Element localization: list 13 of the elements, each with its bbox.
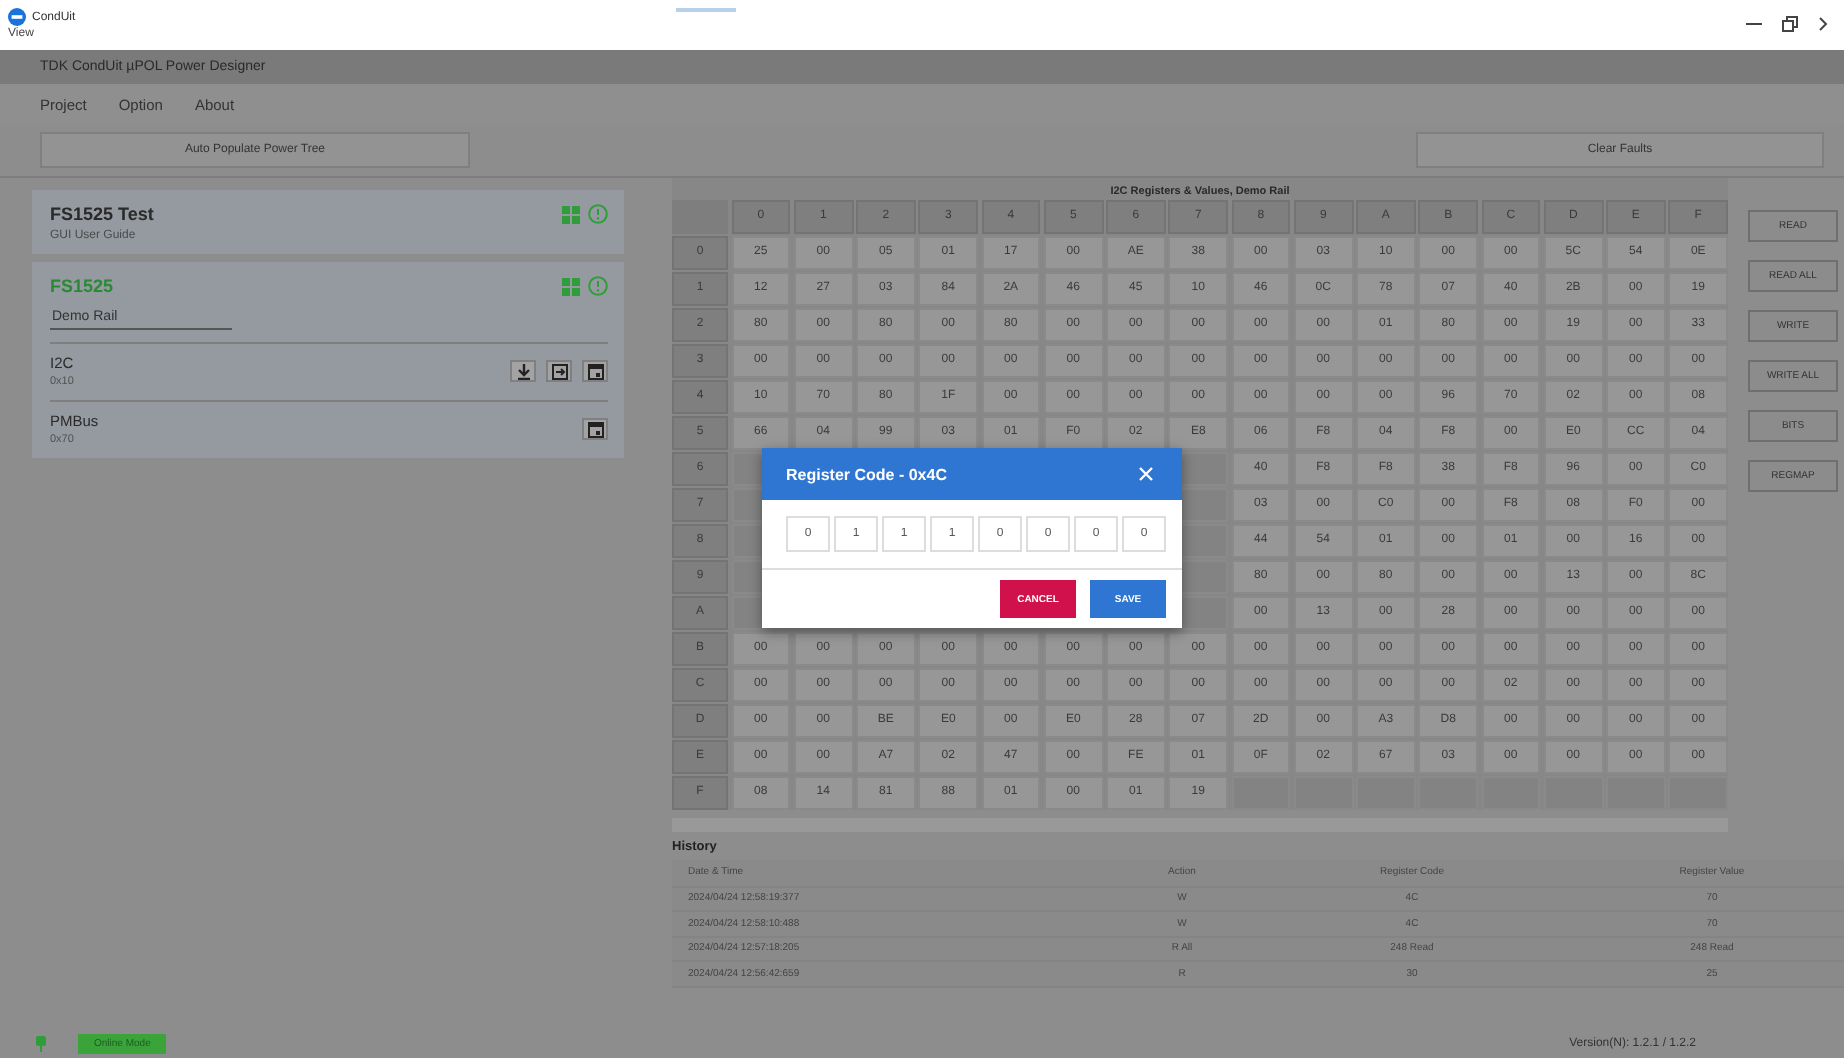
dialog-title: Register Code - 0x4C <box>786 465 947 483</box>
restore-icon[interactable] <box>1782 16 1798 32</box>
project-title: FS1525 Test <box>50 204 154 224</box>
calendar-button[interactable] <box>582 418 608 440</box>
close-icon[interactable] <box>1138 466 1154 482</box>
status-indicator-icon <box>36 1036 46 1052</box>
chevron-icon[interactable] <box>1818 16 1828 32</box>
calendar-button[interactable] <box>582 360 608 382</box>
tab-indicator <box>675 8 736 12</box>
app-logo-icon <box>8 8 26 26</box>
project-title: FS1525 <box>50 276 114 296</box>
import-button[interactable] <box>546 360 572 382</box>
download-button[interactable] <box>510 360 536 382</box>
